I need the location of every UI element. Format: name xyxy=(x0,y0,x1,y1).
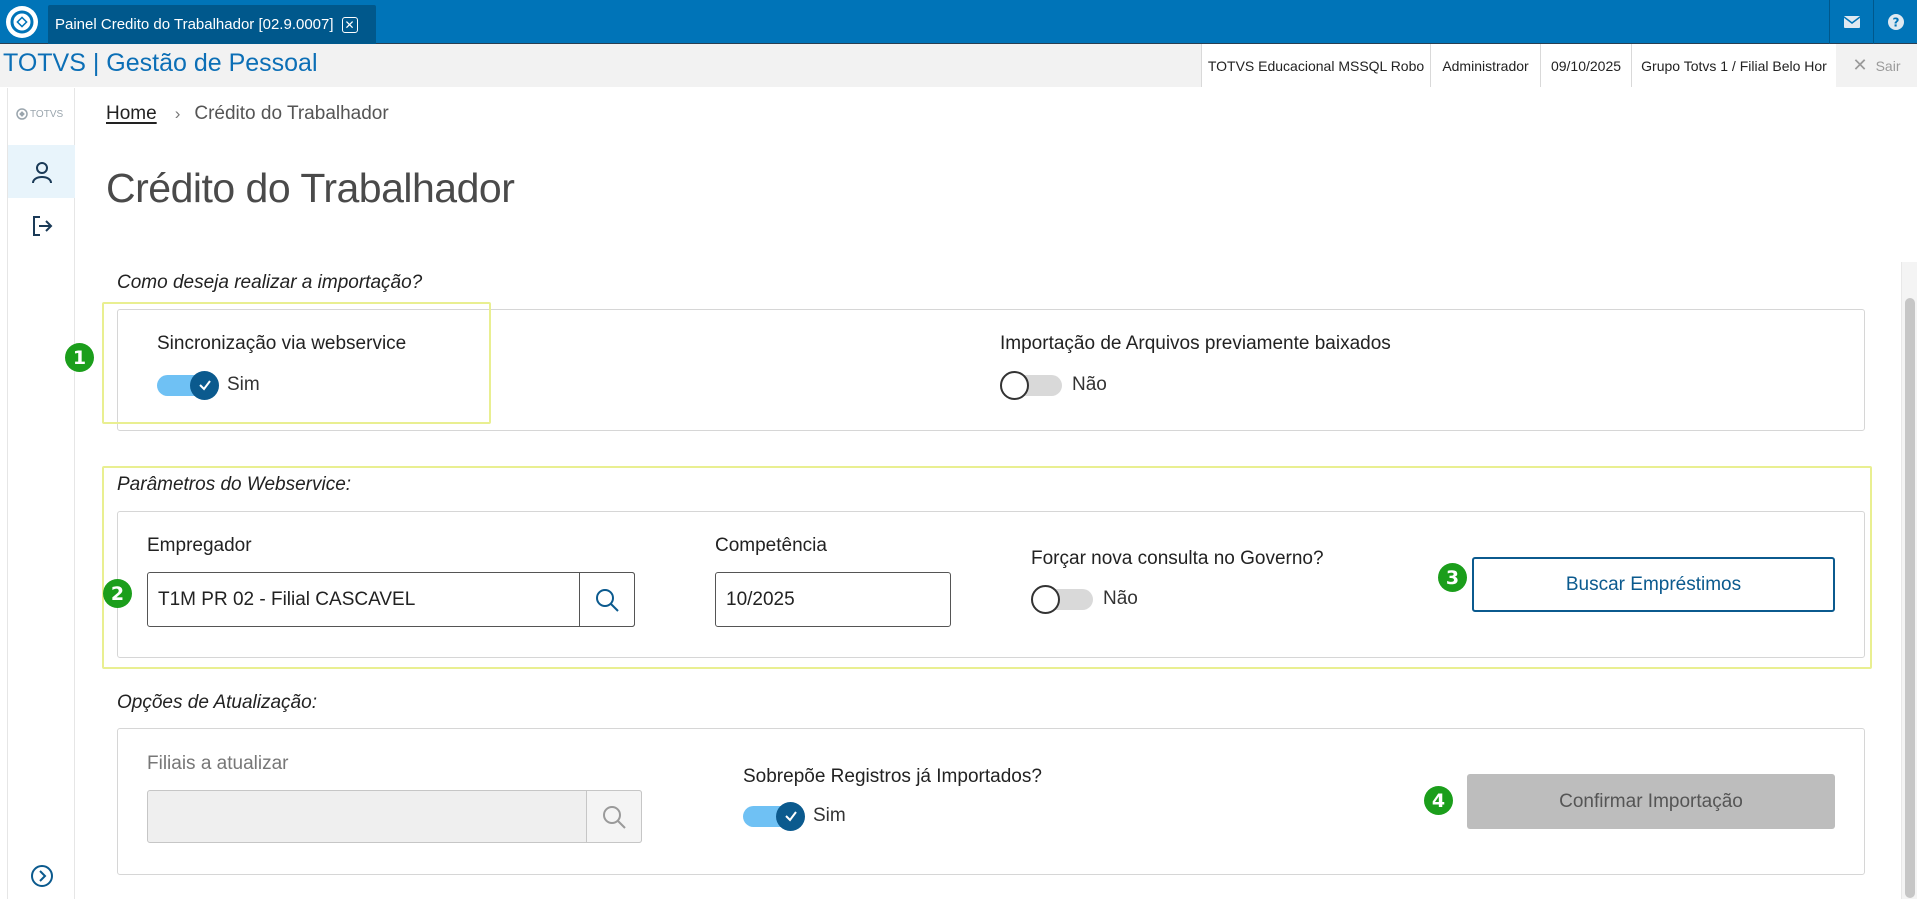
force-query-value: Não xyxy=(1103,588,1138,609)
tab-title: Painel Credito do Trabalhador [02.9.0007… xyxy=(55,16,334,33)
context-user[interactable]: Administrador xyxy=(1430,44,1540,87)
context-date[interactable]: 09/10/2025 xyxy=(1540,44,1631,87)
highlight-box-webservice xyxy=(102,302,491,424)
user-icon xyxy=(31,161,52,183)
breadcrumb: Home › Crédito do Trabalhador xyxy=(106,103,389,125)
close-icon[interactable]: ✕ xyxy=(341,16,358,33)
app-title: TOTVS | Gestão de Pessoal xyxy=(3,49,318,77)
totvs-logo-icon[interactable] xyxy=(0,0,44,44)
tab-painel-credito[interactable]: Painel Credito do Trabalhador [02.9.0007… xyxy=(48,5,376,44)
chevron-right-icon: › xyxy=(174,104,181,123)
employer-label: Empregador xyxy=(147,535,252,556)
scrollbar-thumb[interactable] xyxy=(1905,298,1915,898)
branches-input xyxy=(147,790,642,843)
file-import-switch[interactable]: Não xyxy=(1000,370,1107,400)
totvs-logo-icon xyxy=(16,108,28,120)
breadcrumb-home[interactable]: Home xyxy=(106,103,157,125)
sidebar-expand-button[interactable] xyxy=(8,849,75,899)
confirm-import-button: Confirmar Importação xyxy=(1467,774,1835,829)
chevron-right-circle-icon xyxy=(30,864,53,887)
sidebar-item-logout[interactable] xyxy=(8,199,75,252)
employer-value: T1M PR 02 - Filial CASCAVEL xyxy=(158,588,416,610)
breadcrumb-current: Crédito do Trabalhador xyxy=(194,103,389,124)
overwrite-label: Sobrepõe Registros já Importados? xyxy=(743,766,1042,787)
sidebar-logo: TOTVS xyxy=(16,108,63,120)
step-badge-3: 3 xyxy=(1438,563,1467,592)
context-database[interactable]: TOTVS Educacional MSSQL Robo xyxy=(1201,44,1430,87)
file-import-value: Não xyxy=(1072,374,1107,395)
import-mode-question: Como deseja realizar a importação? xyxy=(117,272,423,293)
update-options-title: Opções de Atualização: xyxy=(117,692,317,713)
overwrite-switch[interactable]: Sim xyxy=(743,801,846,831)
webservice-sync-value: Sim xyxy=(227,374,260,395)
header-bar: TOTVS | Gestão de Pessoal TOTVS Educacio… xyxy=(0,44,1917,87)
competence-input[interactable]: 10/2025 xyxy=(715,572,951,627)
search-loans-button[interactable]: Buscar Empréstimos xyxy=(1472,557,1835,612)
employer-input[interactable]: T1M PR 02 - Filial CASCAVEL xyxy=(147,572,635,627)
file-import-label: Importação de Arquivos previamente baixa… xyxy=(1000,333,1391,354)
webservice-sync-label: Sincronização via webservice xyxy=(157,333,407,354)
employer-lookup-button[interactable] xyxy=(579,572,635,627)
page-title: Crédito do Trabalhador xyxy=(106,165,515,211)
svg-text:?: ? xyxy=(1892,16,1899,30)
overwrite-value: Sim xyxy=(813,805,846,826)
step-badge-4: 4 xyxy=(1424,786,1453,815)
logout-button[interactable]: ✕ Sair xyxy=(1836,44,1917,87)
search-icon xyxy=(603,805,626,829)
step-badge-2: 2 xyxy=(103,579,132,608)
top-bar: Painel Credito do Trabalhador [02.9.0007… xyxy=(0,0,1917,44)
force-query-switch[interactable]: Não xyxy=(1031,584,1138,614)
competence-label: Competência xyxy=(715,535,827,556)
help-icon[interactable]: ? xyxy=(1873,0,1917,44)
search-icon xyxy=(596,588,619,612)
webservice-params-title: Parâmetros do Webservice: xyxy=(117,474,352,495)
check-icon xyxy=(776,801,805,831)
logout-icon xyxy=(32,215,52,236)
check-icon xyxy=(190,370,219,400)
webservice-sync-switch[interactable]: Sim xyxy=(157,370,260,400)
switch-knob xyxy=(1031,584,1060,614)
scrollbar[interactable] xyxy=(1901,262,1917,899)
sidebar-item-user[interactable] xyxy=(8,145,75,198)
competence-value: 10/2025 xyxy=(726,588,795,610)
context-branch[interactable]: Grupo Totvs 1 / Filial Belo Hor xyxy=(1631,44,1836,87)
close-icon: ✕ xyxy=(1852,55,1868,75)
branches-lookup-button xyxy=(586,790,642,843)
mail-icon[interactable] xyxy=(1829,0,1873,44)
sidebar: TOTVS xyxy=(7,88,75,899)
force-query-label: Forçar nova consulta no Governo? xyxy=(1031,548,1324,569)
branches-label: Filiais a atualizar xyxy=(147,753,289,774)
switch-knob xyxy=(1000,370,1029,400)
step-badge-1: 1 xyxy=(65,343,94,372)
